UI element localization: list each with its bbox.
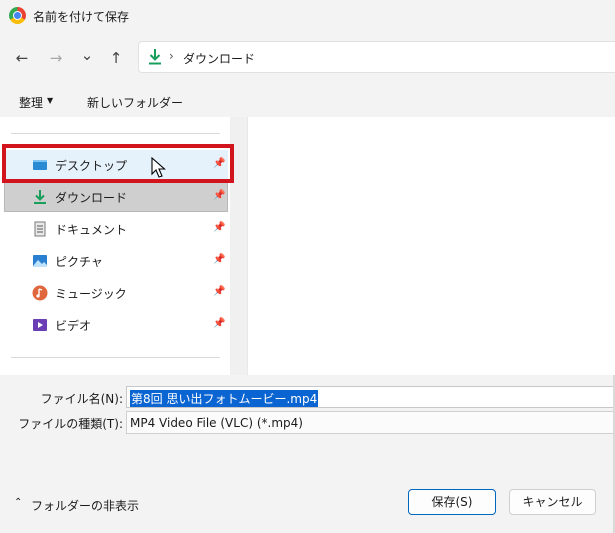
filename-label: ファイル名(N): [40,392,123,406]
pin-icon[interactable]: 📌 [213,190,225,201]
file-list-pane[interactable] [247,117,615,375]
forward-icon[interactable]: → [45,47,67,69]
hide-folders-button[interactable]: フォルダーの非表示 [31,497,139,514]
mouse-cursor-icon [151,157,166,178]
red-highlight-annotation [2,144,234,183]
pin-icon[interactable]: 📌 [213,254,225,265]
sidebar-item-label: ミュージック [55,287,127,301]
recent-locations-icon[interactable]: ⌄ [76,44,98,66]
up-icon[interactable]: ↑ [105,47,127,69]
divider [11,133,220,134]
save-button[interactable]: 保存(S) [408,489,496,515]
new-folder-button[interactable]: 新しいフォルダー [87,94,183,111]
download-icon [34,190,46,204]
sidebar-item-label: ビデオ [55,319,92,333]
sidebar-item-label: ドキュメント [55,223,128,237]
window-title: 名前を付けて保存 [33,10,130,24]
divider [11,357,220,358]
pin-icon[interactable]: 📌 [213,222,225,233]
sidebar-item-label: ピクチャ [55,255,103,269]
pin-icon[interactable]: 📌 [213,318,225,329]
pictures-icon [33,255,47,267]
breadcrumb-downloads[interactable]: ダウンロード [183,50,255,67]
filename-value[interactable]: 第8回 思い出フォトムービー.mp4 [130,390,319,407]
back-icon[interactable]: ← [11,47,33,69]
chrome-app-icon [9,7,26,24]
organize-button[interactable]: 整理 [19,94,43,111]
document-icon [34,221,46,237]
chevron-up-icon: ⌃ [14,497,23,508]
download-icon [149,49,161,65]
cancel-button[interactable]: キャンセル [509,489,596,515]
filetype-value: MP4 Video File (VLC) (*.mp4) [130,416,303,430]
videos-icon [33,319,47,331]
pin-icon[interactable]: 📌 [213,286,225,297]
caret-down-icon: ▼ [47,96,54,105]
breadcrumb-chevron-icon: › [169,49,174,63]
filetype-label: ファイルの種類(T): [18,417,123,431]
music-icon [32,285,48,301]
sidebar-item-label: ダウンロード [55,191,128,205]
